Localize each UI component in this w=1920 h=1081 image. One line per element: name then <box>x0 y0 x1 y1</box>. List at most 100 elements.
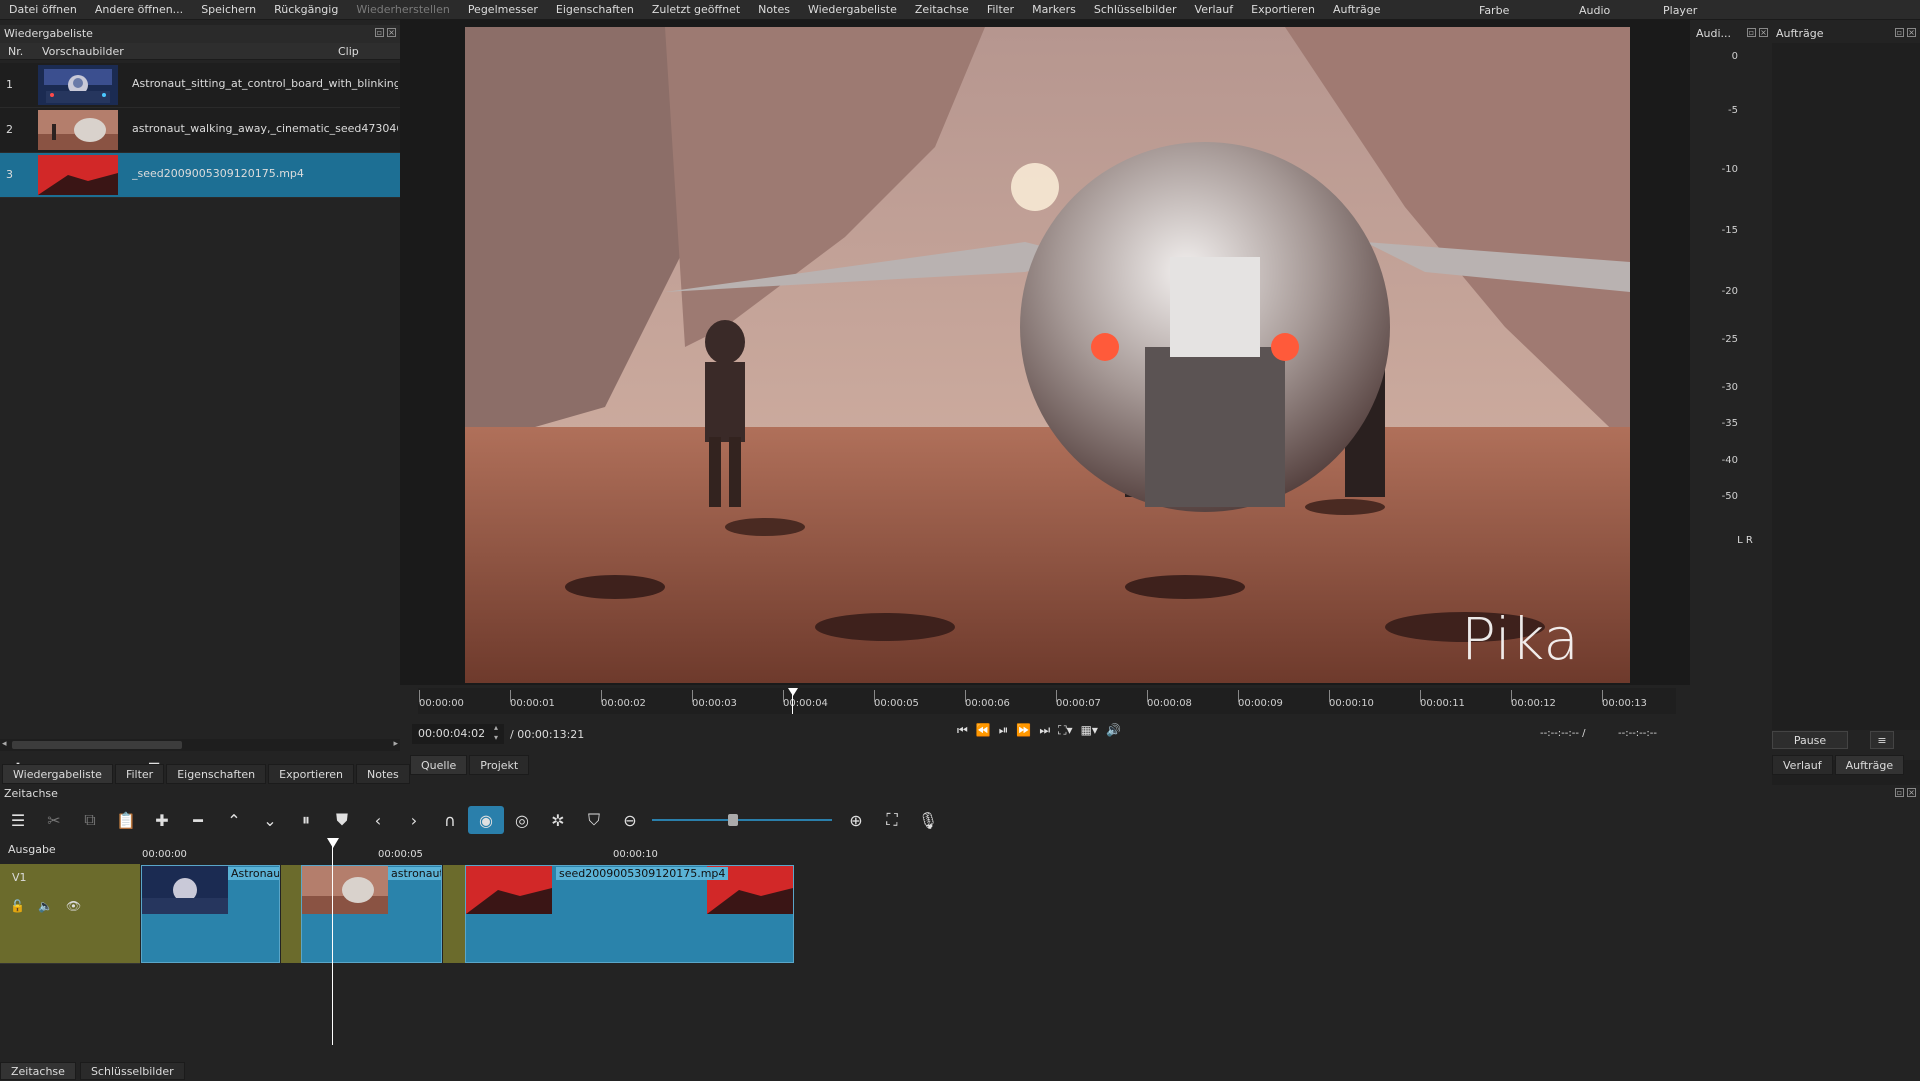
zoom-out-icon[interactable]: ⊖ <box>612 806 648 834</box>
menu-recent[interactable]: Zuletzt geöffnet <box>643 3 749 16</box>
copy-icon[interactable]: ⧉ <box>72 806 108 834</box>
float-icon[interactable]: ▫ <box>1895 28 1904 37</box>
scrollbar-thumb[interactable] <box>12 741 182 749</box>
menu-save[interactable]: Speichern <box>192 3 265 16</box>
playlist-row[interactable]: 1 Astronaut_sitting_at_control_board_wit… <box>0 63 400 108</box>
split-icon[interactable]: ⏸ <box>288 806 324 834</box>
timeline-clip[interactable]: seed2009005309120175.mp4 <box>465 865 794 963</box>
timeline-menu-icon[interactable]: ☰ <box>0 806 36 834</box>
menu-redo[interactable]: Wiederherstellen <box>347 3 458 16</box>
play-pause-icon[interactable]: ⏯ <box>999 723 1009 738</box>
layout-audio[interactable]: Audio <box>1570 0 1619 20</box>
close-icon[interactable]: × <box>1907 28 1916 37</box>
timecode-input[interactable]: 00:00:04:02 <box>412 724 504 744</box>
playlist-scrollbar[interactable]: ◂ ▸ <box>0 739 400 751</box>
player-ruler[interactable]: 00:00:00 00:00:01 00:00:02 00:00:03 00:0… <box>418 688 1676 714</box>
menu-undo[interactable]: Rückgängig <box>265 3 347 16</box>
tab-keyframes[interactable]: Schlüsselbilder <box>79 1062 185 1080</box>
grid-icon[interactable]: ▦▾ <box>1081 723 1098 738</box>
layout-color[interactable]: Farbe <box>1470 0 1518 20</box>
pause-button[interactable]: Pause <box>1772 731 1848 749</box>
menu-open-other[interactable]: Andere öffnen... <box>86 3 192 16</box>
track-header-v1[interactable]: V1 🔓 🔈 👁 <box>0 864 140 964</box>
timeline-clip[interactable]: astronaut <box>301 865 442 963</box>
marker-icon[interactable]: ⛊ <box>324 806 360 834</box>
fast-forward-icon[interactable]: ⏩ <box>1016 723 1031 738</box>
menu-peak-meter[interactable]: Pegelmesser <box>459 3 547 16</box>
playlist-row[interactable]: 2 astronaut_walking_away,_cinematic_seed… <box>0 108 400 153</box>
ripple-delete-icon[interactable]: ━ <box>180 806 216 834</box>
previous-marker-icon[interactable]: ‹ <box>360 806 396 834</box>
tab-history[interactable]: Verlauf <box>1772 755 1833 775</box>
float-icon[interactable]: ▫ <box>1747 28 1756 37</box>
tab-source[interactable]: Quelle <box>410 755 468 775</box>
playhead-marker[interactable] <box>788 688 798 696</box>
zoom-slider[interactable] <box>648 806 838 834</box>
float-icon[interactable]: ▫ <box>375 28 384 37</box>
column-nr[interactable]: Nr. <box>0 43 38 59</box>
close-icon[interactable]: × <box>387 28 396 37</box>
tab-timeline[interactable]: Zeitachse <box>0 1062 76 1080</box>
skip-next-icon[interactable]: ⏭ <box>1039 723 1050 738</box>
menu-filter[interactable]: Filter <box>978 3 1023 16</box>
timeline-clip[interactable]: Astronaut <box>141 865 280 963</box>
scroll-left-icon[interactable]: ◂ <box>2 739 7 749</box>
volume-icon[interactable]: 🔊 <box>1106 723 1121 738</box>
row-number: 3 <box>6 168 13 181</box>
menu-open-file[interactable]: Datei öffnen <box>0 3 86 16</box>
tab-filter[interactable]: Filter <box>114 764 165 784</box>
meter-label: -20 <box>1721 286 1738 297</box>
zoom-icon[interactable]: ⛶▾ <box>1058 723 1072 738</box>
ripple-markers-icon[interactable]: ⛉ <box>576 806 612 834</box>
menu-timeline[interactable]: Zeitachse <box>906 3 978 16</box>
column-clip[interactable]: Clip <box>338 43 398 59</box>
column-thumbnails[interactable]: Vorschaubilder <box>38 43 338 59</box>
timeline-gap[interactable] <box>281 865 301 963</box>
timeline-gap[interactable] <box>443 865 465 963</box>
jobs-menu-icon[interactable]: ≡ <box>1870 731 1894 749</box>
record-audio-icon[interactable]: 🎙 <box>910 806 946 834</box>
timeline-ruler[interactable]: 00:00:00 00:00:05 00:00:10 <box>140 839 794 863</box>
close-icon[interactable]: × <box>1759 28 1768 37</box>
ripple-all-icon[interactable]: ✲ <box>540 806 576 834</box>
scroll-right-icon[interactable]: ▸ <box>393 739 398 749</box>
timeline-playhead-marker[interactable] <box>327 838 339 848</box>
append-icon[interactable]: ✚ <box>144 806 180 834</box>
cut-icon[interactable]: ✂ <box>36 806 72 834</box>
eye-icon[interactable]: 👁 <box>66 899 81 913</box>
tab-notes[interactable]: Notes <box>356 764 410 784</box>
paste-icon[interactable]: 📋 <box>108 806 144 834</box>
lift-icon[interactable]: ⌃ <box>216 806 252 834</box>
snap-icon[interactable]: ∩ <box>432 806 468 834</box>
next-marker-icon[interactable]: › <box>396 806 432 834</box>
tab-export[interactable]: Exportieren <box>268 764 354 784</box>
menu-markers[interactable]: Markers <box>1023 3 1085 16</box>
tab-jobs[interactable]: Aufträge <box>1834 755 1905 775</box>
overwrite-icon[interactable]: ⌄ <box>252 806 288 834</box>
tab-project[interactable]: Projekt <box>469 755 530 775</box>
menu-properties[interactable]: Eigenschaften <box>547 3 643 16</box>
mute-icon[interactable]: 🔈 <box>38 899 53 913</box>
menu-history[interactable]: Verlauf <box>1186 3 1243 16</box>
video-preview[interactable]: Pika <box>465 27 1630 683</box>
menu-jobs[interactable]: Aufträge <box>1324 3 1390 16</box>
menu-export[interactable]: Exportieren <box>1242 3 1324 16</box>
close-icon[interactable]: × <box>1907 788 1916 797</box>
timecode-stepper-icon[interactable]: ▴ ▾ <box>494 723 498 743</box>
menu-notes[interactable]: Notes <box>749 3 799 16</box>
tab-playlist[interactable]: Wiedergabeliste <box>2 764 113 784</box>
scrub-icon[interactable]: ◉ <box>468 806 504 834</box>
menu-playlist[interactable]: Wiedergabeliste <box>799 3 906 16</box>
ripple-icon[interactable]: ◎ <box>504 806 540 834</box>
tab-properties[interactable]: Eigenschaften <box>166 764 267 784</box>
zoom-fit-icon[interactable]: ⛶ <box>874 806 910 834</box>
skip-previous-icon[interactable]: ⏮ <box>957 723 968 738</box>
float-icon[interactable]: ▫ <box>1895 788 1904 797</box>
lock-icon[interactable]: 🔓 <box>10 899 25 913</box>
menu-keyframes[interactable]: Schlüsselbilder <box>1085 3 1186 16</box>
zoom-slider-handle[interactable] <box>728 814 738 826</box>
layout-player[interactable]: Player <box>1654 0 1706 20</box>
playlist-row-selected[interactable]: 3 _seed2009005309120175.mp4 <box>0 153 400 198</box>
rewind-icon[interactable]: ⏪ <box>976 723 991 738</box>
zoom-in-icon[interactable]: ⊕ <box>838 806 874 834</box>
